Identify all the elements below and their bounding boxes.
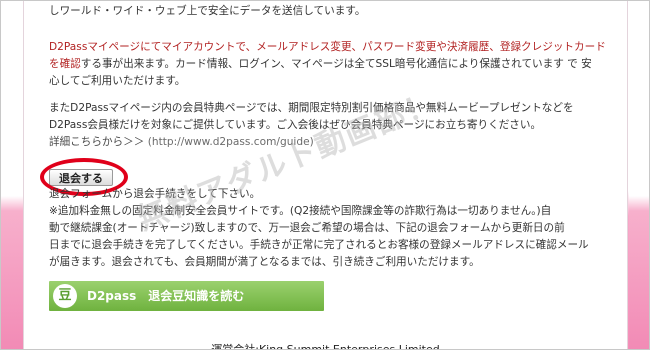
left-pink-margin	[1, 1, 23, 349]
content-panel: しワールド・ワイド・ウェブ上で安全にデータを送信しています。 D2Passマイペ…	[23, 1, 628, 350]
leave-notes-line2: ※追加料金無しの固定料金制安全会員サイトです。(Q2接続や国際課金等の詐欺行為は…	[49, 205, 552, 217]
right-pink-margin	[629, 1, 649, 349]
leave-notes-line3: 動で継続課金(オートチャージ)致しますので、万一退会ご希望の場合は、下記の退会フ…	[49, 222, 565, 234]
mypage-notice-line1: D2Passマイページにてマイアカウントで、メールアドレス変更、パスワード変更や…	[49, 41, 606, 53]
screenshot-frame: しワールド・ワイド・ウェブ上で安全にデータを送信しています。 D2Passマイペ…	[0, 0, 650, 350]
benefits-links: 詳細こちらから＞＞ (http://www.d2pass.com/guide)	[49, 134, 314, 151]
operator-footer: 運営会社:King Summit Enterprises Limited	[211, 343, 440, 350]
guide-url-link[interactable]: (http://www.d2pass.com/guide)	[148, 136, 314, 148]
mypage-notice-line3: 心してご利用いただけます。	[49, 75, 186, 87]
leave-notes-line1: 退会フォームから退会手続きをして下さい。	[49, 188, 261, 200]
details-link[interactable]: 詳細こちらから＞＞	[49, 136, 144, 148]
leave-button[interactable]: 退会する	[49, 169, 113, 186]
mypage-notice-rest: する事が出来ます。カード情報、ログイン、マイページは全てSSL暗号化通信により保…	[80, 58, 592, 70]
intro-tail-text: しワールド・ワイド・ウェブ上で安全にデータを送信しています。	[49, 5, 366, 17]
leave-tips-banner[interactable]: 豆 D2pass 退会豆知識を読む	[49, 281, 324, 311]
mypage-notice-line2: を確認する事が出来ます。カード情報、ログイン、マイページは全てSSL暗号化通信に…	[49, 56, 592, 73]
benefits-line1: またD2Passマイページ内の会員特典ページでは、期間限定特別割引価格商品や無料…	[49, 102, 574, 114]
leave-notes-line5: が届きます。退会されても、会員期間が満了となるまでは、引き続きご利用いただけます…	[49, 256, 480, 268]
benefits-line2: D2Pass会員様だけを対象にご提供しています。ご入会後はぜひ会員特典ページにお…	[49, 119, 542, 131]
mypage-notice-red-fragment: を確認	[49, 58, 81, 70]
leave-tips-banner-label: D2pass 退会豆知識を読む	[87, 289, 245, 303]
leave-notes-line4: 日までに退会手続きを完了してください。手続きが正常に完了されるとお客様の登録メー…	[49, 239, 589, 251]
bean-icon: 豆	[53, 284, 77, 308]
